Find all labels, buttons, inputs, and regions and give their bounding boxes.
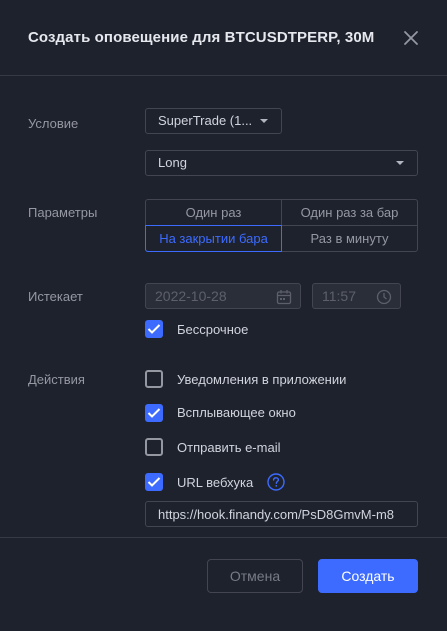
date-value: 2022-10-28 — [155, 288, 227, 304]
cancel-button[interactable]: Отмена — [207, 559, 303, 593]
popup-label[interactable]: Всплывающее окно — [177, 405, 296, 420]
option-once[interactable]: Один раз — [146, 200, 281, 226]
divider — [0, 537, 447, 538]
option-once-per-minute[interactable]: Раз в минуту — [282, 226, 417, 252]
signal-select[interactable]: Long — [145, 150, 418, 176]
help-icon[interactable] — [267, 473, 285, 491]
expires-label: Истекает — [28, 289, 83, 304]
popup-checkbox[interactable] — [145, 404, 163, 422]
create-button[interactable]: Создать — [318, 559, 418, 593]
dialog-title: Создать оповещение для BTCUSDTPERP, 30M — [28, 29, 375, 46]
webhook-url-input[interactable] — [145, 501, 418, 527]
option-on-bar-close[interactable]: На закрытии бара — [145, 225, 282, 252]
in-app-notifications-label[interactable]: Уведомления в приложении — [177, 372, 346, 387]
signal-select-value: Long — [158, 155, 187, 170]
in-app-notifications-checkbox[interactable] — [145, 370, 163, 388]
webhook-label[interactable]: URL вебхука — [177, 475, 253, 490]
actions-label: Действия — [28, 372, 85, 387]
date-field: 2022-10-28 — [145, 283, 301, 309]
send-email-label[interactable]: Отправить e-mail — [177, 440, 280, 455]
close-icon[interactable] — [400, 27, 422, 49]
frequency-selector: Один раз Один раз за бар На закрытии бар… — [145, 199, 418, 252]
condition-label: Условие — [28, 116, 79, 131]
indicator-select[interactable]: SuperTrade (1... — [145, 108, 282, 134]
open-ended-checkbox[interactable] — [145, 320, 163, 338]
open-ended-label[interactable]: Бессрочное — [177, 322, 248, 337]
chevron-down-icon — [260, 119, 268, 123]
option-once-per-bar[interactable]: Один раз за бар — [282, 200, 417, 226]
chevron-down-icon — [396, 161, 404, 165]
calendar-icon — [276, 288, 292, 312]
send-email-checkbox[interactable] — [145, 438, 163, 456]
clock-icon — [376, 288, 392, 312]
webhook-checkbox[interactable] — [145, 473, 163, 491]
params-label: Параметры — [28, 205, 98, 220]
time-value: 11:57 — [322, 288, 356, 304]
dialog-header: Создать оповещение для BTCUSDTPERP, 30M — [0, 0, 447, 76]
indicator-select-value: SuperTrade (1... — [158, 113, 253, 128]
time-field: 11:57 — [312, 283, 401, 309]
